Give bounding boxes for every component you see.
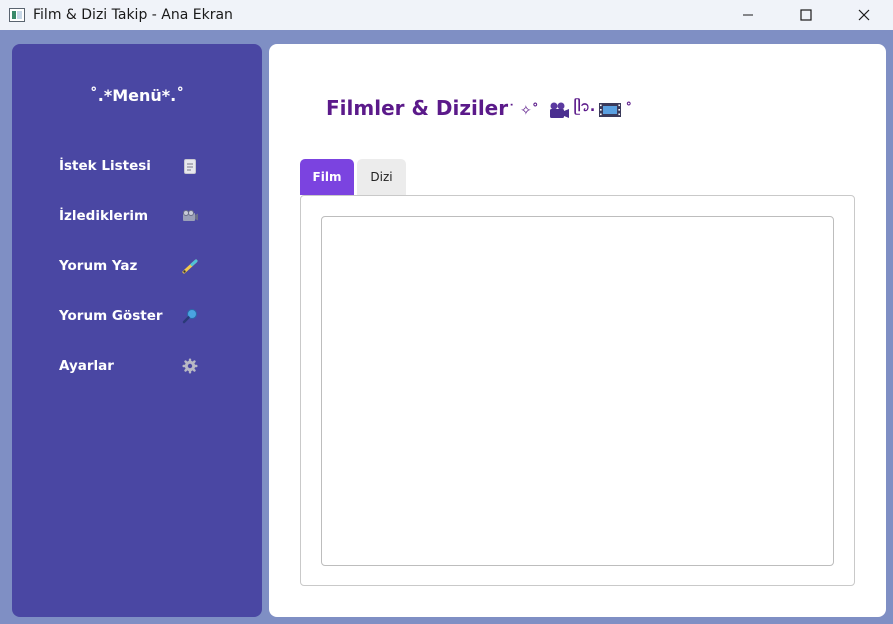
- main-panel: Filmler & Diziler˙ ✧˚ ᥫ᭡. ˚ Film Dizi: [269, 44, 886, 617]
- sidebar-item-istek-listesi[interactable]: İstek Listesi: [59, 151, 199, 181]
- title-decoration-icons: ᥫ᭡. ˚: [548, 97, 633, 122]
- film-reel-icon: [181, 207, 199, 225]
- gear-icon: [181, 357, 199, 375]
- document-icon: [181, 157, 199, 175]
- sidebar-item-label: İzlediklerim: [59, 208, 149, 224]
- title-decoration-2: ᥫ᭡.: [573, 99, 596, 115]
- sidebar-item-izlediklerim[interactable]: İzlediklerim: [59, 201, 199, 231]
- menu-title: ˚.*Menü*.˚: [89, 86, 185, 105]
- film-strip-icon: [599, 102, 622, 117]
- maximize-icon: [800, 9, 812, 21]
- tab-dizi[interactable]: Dizi: [357, 159, 406, 195]
- close-icon: [858, 9, 870, 21]
- tab-panel-film: [300, 195, 855, 586]
- page-title: Filmler & Diziler˙ ✧˚ ᥫ᭡. ˚: [326, 96, 632, 122]
- sidebar-item-ayarlar[interactable]: Ayarlar: [59, 351, 199, 381]
- window-title: Film & Dizi Takip - Ana Ekran: [33, 7, 233, 23]
- window-titlebar: Film & Dizi Takip - Ana Ekran: [0, 0, 893, 30]
- page-title-text: Filmler & Diziler: [326, 96, 509, 120]
- sidebar-item-label: Yorum Yaz: [59, 258, 138, 274]
- sidebar-item-label: Yorum Göster: [59, 308, 163, 324]
- title-decoration-end: ˚: [625, 101, 633, 118]
- sidebar-item-yorum-yaz[interactable]: Yorum Yaz: [59, 251, 199, 281]
- tab-film[interactable]: Film: [300, 159, 354, 195]
- pen-icon: [181, 257, 199, 275]
- app-icon: [9, 8, 25, 22]
- sidebar-menu: ˚.*Menü*.˚ İstek Listesi İzlediklerim Yo…: [12, 44, 262, 617]
- maximize-button[interactable]: [777, 0, 835, 30]
- title-decoration: ˙ ✧˚: [508, 103, 539, 119]
- sidebar-item-yorum-goster[interactable]: Yorum Göster: [59, 301, 199, 331]
- window-controls: [719, 0, 893, 30]
- sidebar-item-label: İstek Listesi: [59, 158, 151, 174]
- minimize-button[interactable]: [719, 0, 777, 30]
- magnifier-icon: [181, 307, 199, 325]
- sidebar-item-label: Ayarlar: [59, 358, 114, 374]
- minimize-icon: [743, 14, 753, 16]
- film-list[interactable]: [321, 216, 834, 566]
- movie-camera-icon: [549, 102, 569, 118]
- close-button[interactable]: [835, 0, 893, 30]
